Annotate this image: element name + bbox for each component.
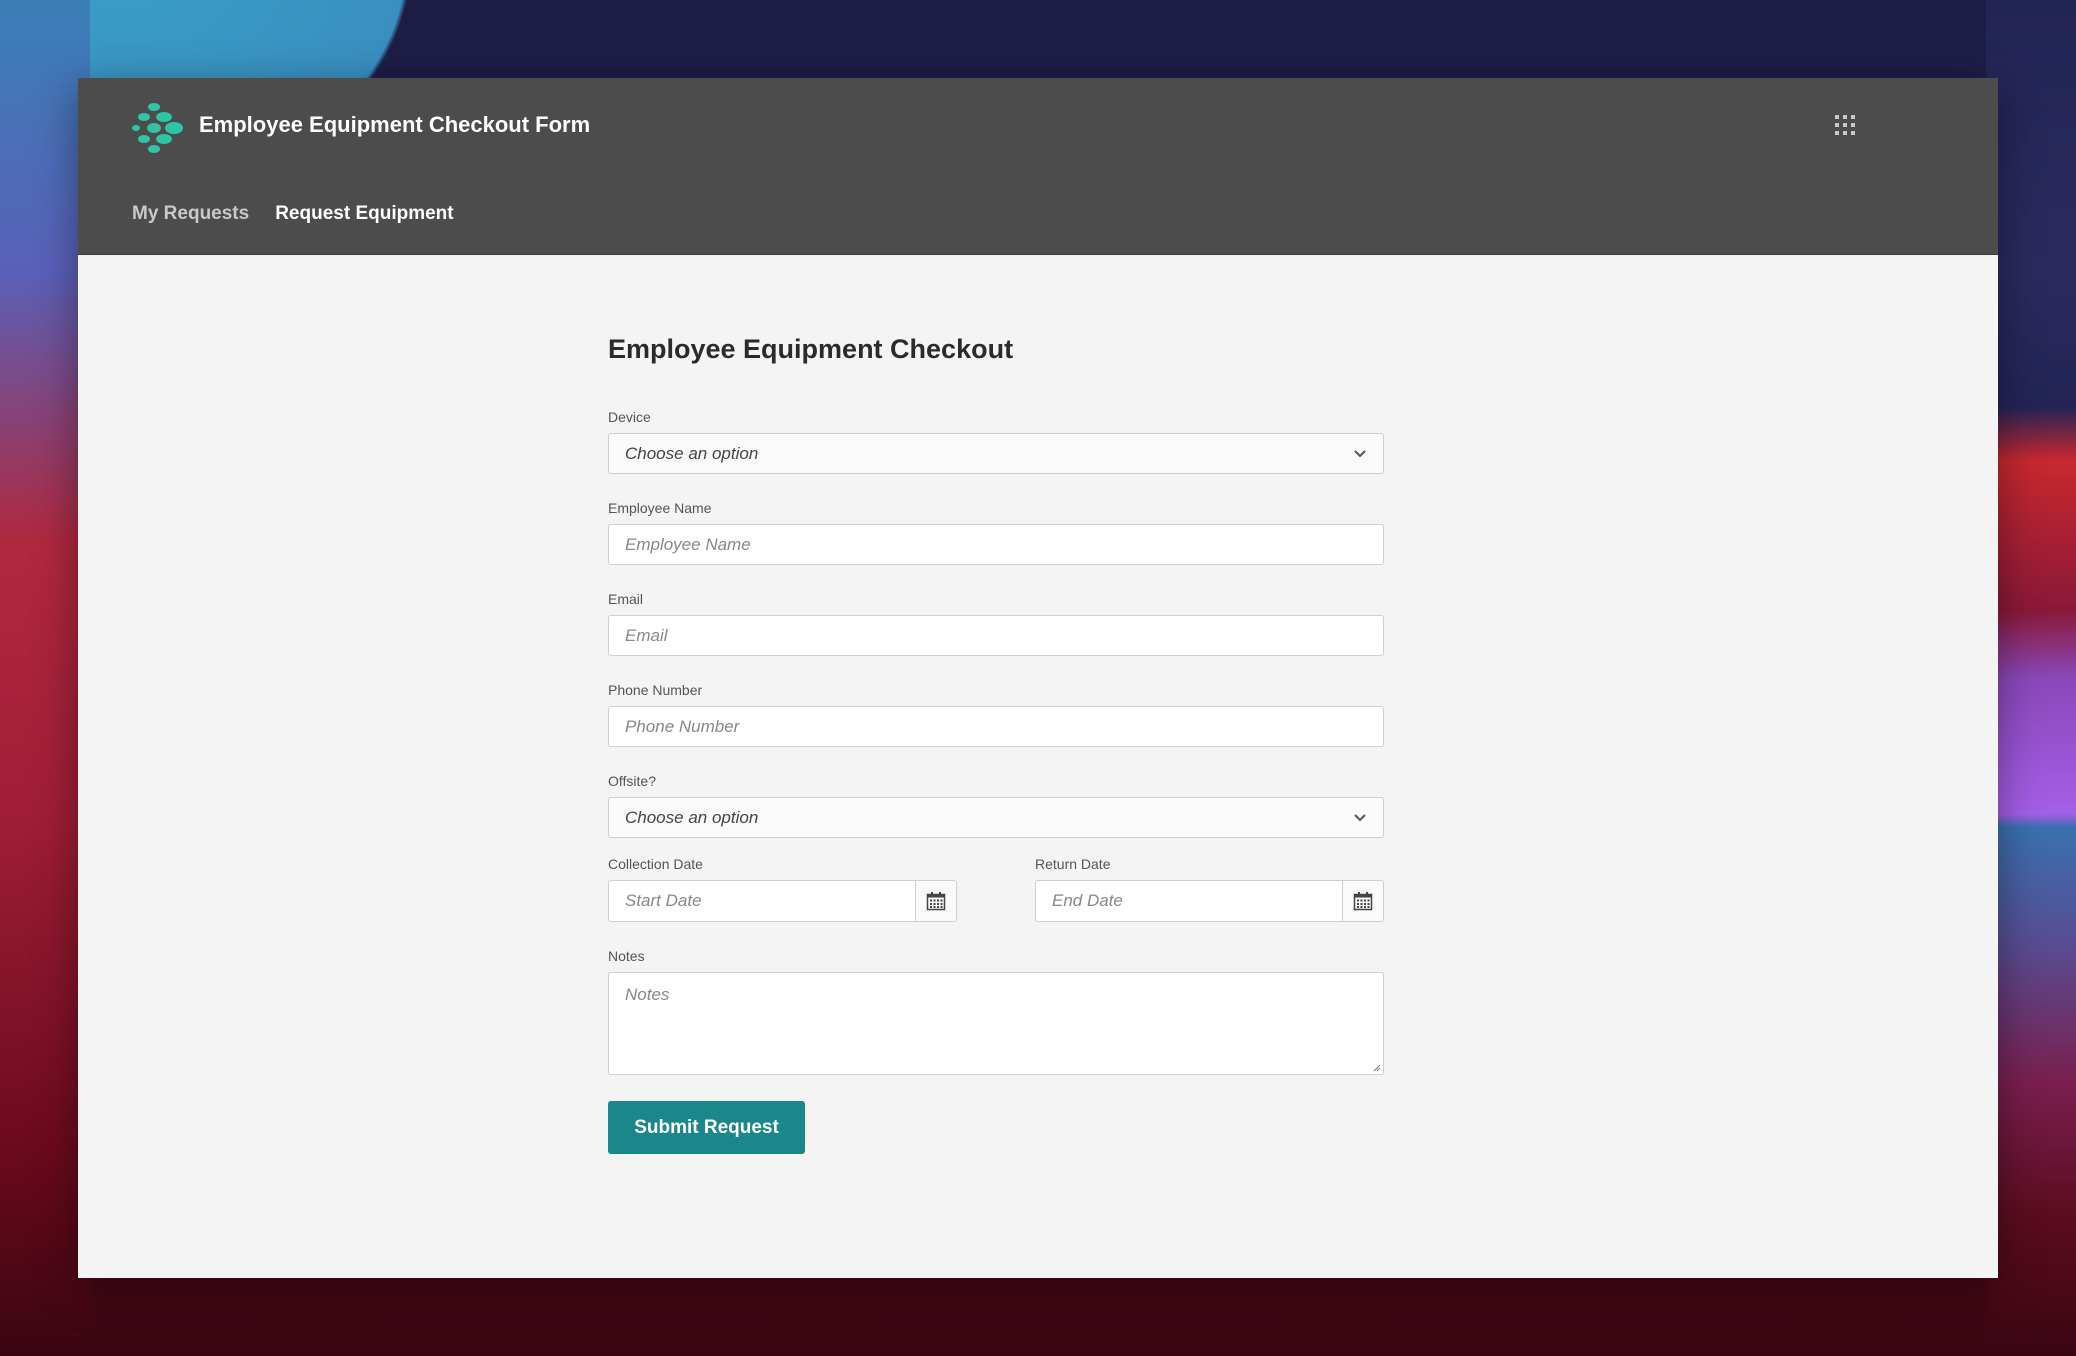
submit-request-button[interactable]: Submit Request [608, 1101, 805, 1154]
collection-date-label: Collection Date [608, 856, 703, 872]
chevron-down-icon [1354, 813, 1366, 821]
collection-date-placeholder: Start Date [625, 891, 702, 910]
main-nav: My Requests Request Equipment [132, 203, 454, 225]
desktop-wallpaper-left [0, 0, 90, 1356]
offsite-select[interactable]: Choose an option [608, 797, 1384, 838]
return-date-button[interactable] [1342, 881, 1383, 921]
email-input[interactable]: Email [608, 615, 1384, 656]
return-date-label: Return Date [1035, 856, 1111, 872]
employee-name-field: Employee Name Employee Name [608, 500, 1384, 565]
notes-label: Notes [608, 948, 645, 964]
calendar-icon [1353, 892, 1373, 911]
form-title: Employee Equipment Checkout [608, 334, 1014, 364]
collection-date-input[interactable]: Start Date [609, 881, 915, 921]
return-date-input[interactable]: End Date [1036, 881, 1342, 921]
app-logo-icon [132, 103, 183, 153]
date-row: Collection Date Start Date Return Date E… [608, 856, 1384, 922]
notes-textarea[interactable]: Notes [608, 972, 1384, 1075]
collection-date-picker: Start Date [608, 880, 957, 922]
email-label: Email [608, 591, 644, 607]
device-select[interactable]: Choose an option [608, 433, 1384, 474]
employee-name-input[interactable]: Employee Name [608, 524, 1384, 565]
return-date-picker: End Date [1035, 880, 1384, 922]
phone-input[interactable]: Phone Number [608, 706, 1384, 747]
return-date-placeholder: End Date [1052, 891, 1123, 910]
resize-handle-icon[interactable] [1371, 1062, 1381, 1072]
device-field: Device Choose an option [608, 409, 1384, 474]
device-label: Device [608, 409, 651, 425]
collection-date-field: Collection Date Start Date [608, 856, 957, 922]
employee-name-label: Employee Name [608, 500, 712, 516]
phone-label: Phone Number [608, 682, 703, 698]
offsite-label: Offsite? [608, 773, 656, 789]
return-date-field: Return Date End Date [1035, 856, 1384, 922]
app-title: Employee Equipment Checkout Form [199, 112, 591, 137]
device-select-value: Choose an option [625, 443, 759, 463]
collection-date-button[interactable] [915, 881, 956, 921]
nav-request-equipment[interactable]: Request Equipment [275, 203, 453, 225]
employee-name-placeholder: Employee Name [625, 534, 751, 554]
phone-placeholder: Phone Number [625, 716, 740, 736]
notes-field: Notes Notes [608, 948, 1384, 1075]
calendar-icon [926, 892, 946, 911]
grid-apps-icon[interactable] [1834, 114, 1856, 136]
app-header: Employee Equipment Checkout Form My Requ… [78, 78, 1998, 255]
phone-field: Phone Number Phone Number [608, 682, 1384, 747]
nav-my-requests[interactable]: My Requests [132, 203, 249, 225]
notes-placeholder: Notes [625, 985, 670, 1004]
email-field: Email Email [608, 591, 1384, 656]
desktop-wallpaper-right [1986, 0, 2076, 1356]
offsite-select-value: Choose an option [625, 807, 759, 827]
app-window: Employee Equipment Checkout Form My Requ… [78, 78, 1998, 1278]
chevron-down-icon [1354, 449, 1366, 457]
email-placeholder: Email [625, 625, 668, 645]
checkout-form: Employee Equipment Checkout Device Choos… [608, 334, 1384, 1154]
offsite-field: Offsite? Choose an option [608, 773, 1384, 838]
